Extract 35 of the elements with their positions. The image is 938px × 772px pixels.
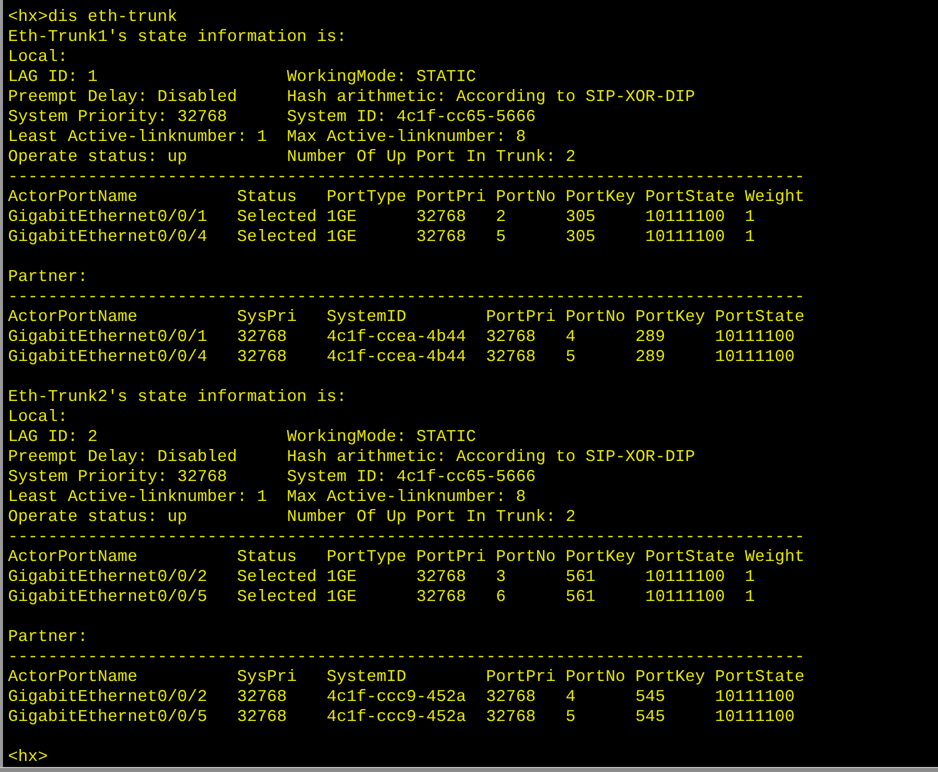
terminal-line: Eth-Trunk1's state information is: <box>8 27 348 47</box>
scrollbar[interactable] <box>0 767 938 772</box>
terminal-line: System Priority: 32768 System ID: 4c1f-cc65-5666 <box>8 107 537 127</box>
terminal-line: GigabitEthernet0/0/5 Selected 1GE 32768 6 561 10111100 1 <box>8 587 756 607</box>
terminal-line: ActorPortName Status PortType PortPri PortNo PortKey PortState Weight <box>8 187 806 207</box>
terminal-line: -------------------------------------------------------------------------------- <box>8 647 806 667</box>
terminal-line: Partner: <box>8 627 89 647</box>
terminal-line: Preempt Delay: Disabled Hash arithmetic: According to SIP-XOR-DIP <box>8 447 696 467</box>
terminal-line: System Priority: 32768 System ID: 4c1f-cc65-5666 <box>8 467 537 487</box>
terminal-line: Local: <box>8 47 69 67</box>
terminal-line: Preempt Delay: Disabled Hash arithmetic: According to SIP-XOR-DIP <box>8 87 696 107</box>
terminal-line: GigabitEthernet0/0/5 32768 4c1f-ccc9-452a 32768 5 545 10111100 <box>8 707 796 727</box>
terminal-line: Operate status: up Number Of Up Port In Trunk: 2 <box>8 147 577 167</box>
terminal-line: Least Active-linknumber: 1 Max Active-linknumber: 8 <box>8 127 527 147</box>
terminal-line: ActorPortName Status PortType PortPri PortNo PortKey PortState Weight <box>8 547 806 567</box>
terminal-line: Eth-Trunk2's state information is: <box>8 387 348 407</box>
terminal-line: GigabitEthernet0/0/4 32768 4c1f-ccea-4b44 32768 5 289 10111100 <box>8 347 796 367</box>
terminal-line: Local: <box>8 407 69 427</box>
terminal-line: GigabitEthernet0/0/1 Selected 1GE 32768 2 305 10111100 1 <box>8 207 756 227</box>
terminal-line: GigabitEthernet0/0/1 32768 4c1f-ccea-4b44 32768 4 289 10111100 <box>8 327 796 347</box>
terminal-line: ActorPortName SysPri SystemID PortPri PortNo PortKey PortState <box>8 667 806 687</box>
terminal-line: -------------------------------------------------------------------------------- <box>8 527 806 547</box>
terminal-line: GigabitEthernet0/0/2 Selected 1GE 32768 3 561 10111100 1 <box>8 567 756 587</box>
terminal-line: LAG ID: 1 WorkingMode: STATIC <box>8 67 478 87</box>
terminal-line: Operate status: up Number Of Up Port In Trunk: 2 <box>8 507 577 527</box>
terminal-line: -------------------------------------------------------------------------------- <box>8 167 806 187</box>
terminal-line: Least Active-linknumber: 1 Max Active-linknumber: 8 <box>8 487 527 507</box>
terminal-line: GigabitEthernet0/0/4 Selected 1GE 32768 5 305 10111100 1 <box>8 227 756 247</box>
terminal-line: -------------------------------------------------------------------------------- <box>8 287 806 307</box>
terminal-line: <hx> <box>8 747 49 767</box>
terminal-line: ActorPortName SysPri SystemID PortPri PortNo PortKey PortState <box>8 307 806 327</box>
terminal-line: LAG ID: 2 WorkingMode: STATIC <box>8 427 478 447</box>
terminal-line: GigabitEthernet0/0/2 32768 4c1f-ccc9-452a 32768 4 545 10111100 <box>8 687 796 707</box>
terminal-line: <hx>dis eth-trunk <box>8 7 178 27</box>
terminal-line: Partner: <box>8 267 89 287</box>
